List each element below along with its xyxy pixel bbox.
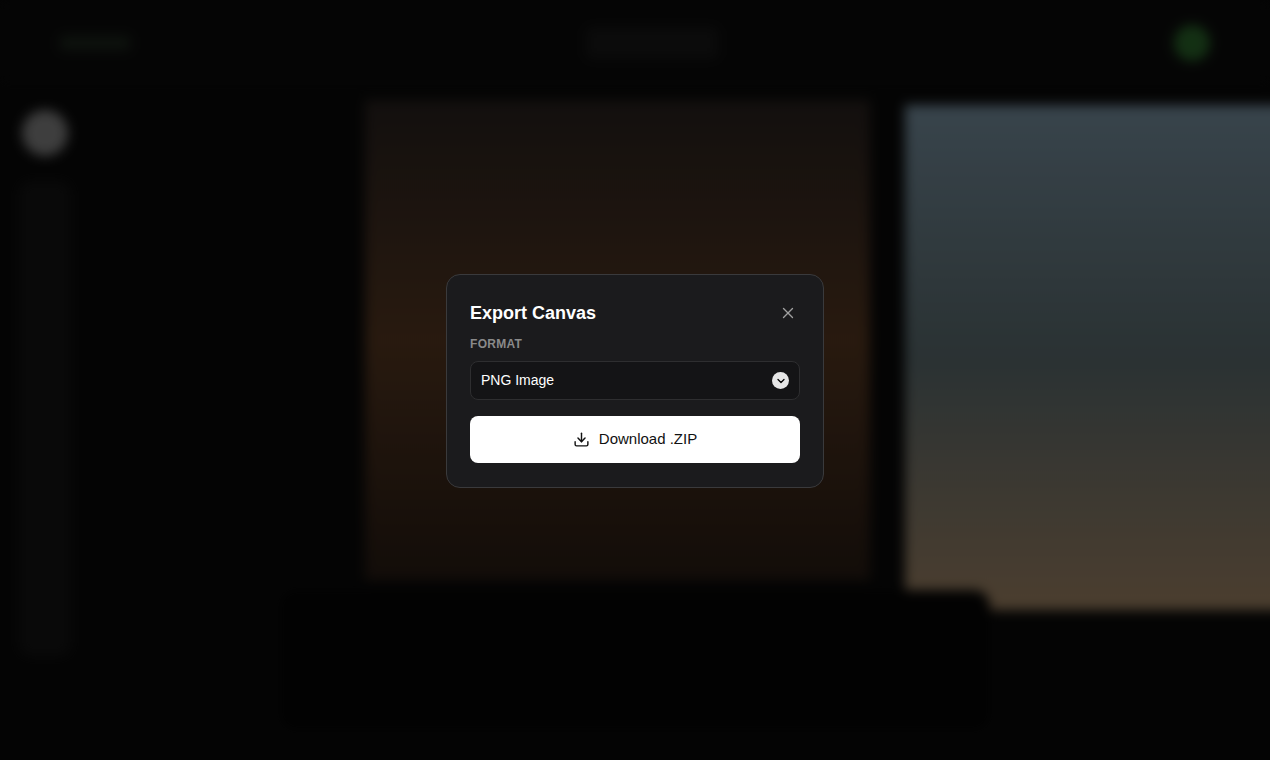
modal-overlay: Export Canvas FORMAT PNG Image Download .ZI… (0, 0, 1270, 760)
format-label: FORMAT (470, 335, 800, 353)
close-icon (779, 304, 797, 322)
download-label: Download .ZIP (599, 428, 697, 451)
download-icon (573, 431, 590, 448)
export-dialog: Export Canvas FORMAT PNG Image Download .ZI… (446, 274, 824, 488)
dialog-title: Export Canvas (470, 299, 596, 327)
chevron-badge (772, 372, 789, 389)
format-value: PNG Image (481, 370, 554, 391)
download-button[interactable]: Download .ZIP (470, 416, 800, 463)
close-button[interactable] (776, 301, 800, 325)
chevron-down-icon (775, 375, 787, 387)
app-window: Export Canvas FORMAT PNG Image Download .ZI… (0, 0, 1270, 760)
format-select[interactable]: PNG Image (470, 361, 800, 400)
